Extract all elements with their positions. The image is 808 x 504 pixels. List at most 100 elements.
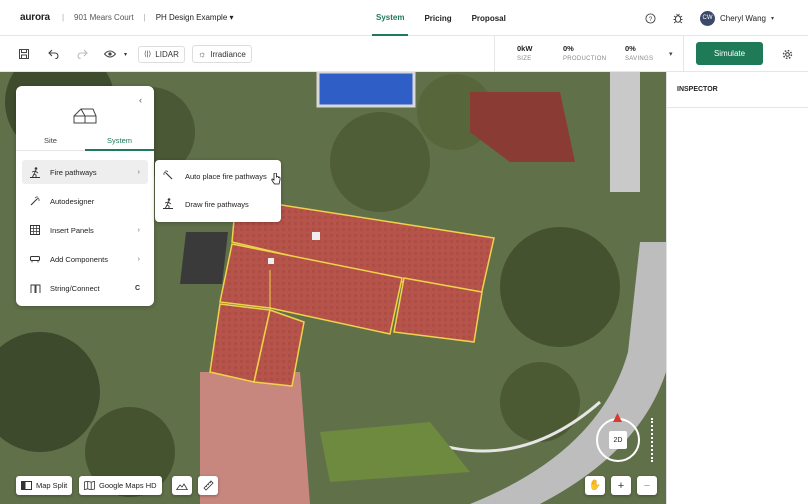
menu-item-add-components[interactable]: Add Components › <box>22 247 148 271</box>
house-icon <box>73 108 97 124</box>
undo-icon <box>48 49 59 59</box>
map-split-label: Map Split <box>36 481 68 490</box>
inspector-panel: INSPECTOR <box>666 72 808 504</box>
submenu-item-label: Auto place fire pathways <box>185 171 267 181</box>
string-icon <box>28 284 42 293</box>
zoom-out-button[interactable]: − <box>637 476 657 495</box>
lidar-button[interactable]: ⟨|⟩ LIDAR <box>138 36 185 72</box>
system-metrics: 0kW SIZE 0% PRODUCTION 0% SAVINGS ▾ <box>494 36 684 72</box>
metric-savings: 0% SAVINGS <box>625 44 653 62</box>
menu-item-label: Insert Panels <box>50 225 94 235</box>
avatar: CW <box>700 10 716 26</box>
minus-icon: − <box>643 479 651 492</box>
top-right-actions: ? CW Cheryl Wang ▾ <box>645 0 774 36</box>
menu-item-fire-pathways[interactable]: Fire pathways › <box>22 160 148 184</box>
nav-tabs: System Pricing Proposal <box>372 0 510 36</box>
metric-value: 0% <box>625 44 636 53</box>
sun-icon: ☼ <box>198 49 207 59</box>
map-source-button[interactable]: Google Maps HD <box>79 476 162 495</box>
design-tools-panel: ‹ Site System Fire pathways › Autodesign… <box>16 86 154 306</box>
split-icon <box>21 481 32 490</box>
save-button[interactable] <box>19 36 29 72</box>
component-icon <box>28 255 42 263</box>
irradiance-label: Irradiance <box>210 49 246 59</box>
simulate-button[interactable]: Simulate <box>696 42 763 65</box>
tab-system[interactable]: System <box>85 131 154 151</box>
panel-tabs: Site System <box>16 131 154 151</box>
breadcrumb-design[interactable]: PH Design Example ▾ <box>156 13 234 22</box>
help-icon[interactable]: ? <box>645 12 656 24</box>
user-name: Cheryl Wang <box>720 13 766 23</box>
hand-icon: ✋ <box>588 480 602 491</box>
pan-button[interactable]: ✋ <box>585 476 605 495</box>
inspector-title: INSPECTOR <box>667 72 808 108</box>
tab-proposal[interactable]: Proposal <box>468 0 510 36</box>
chevron-down-icon[interactable]: ▾ <box>669 50 673 58</box>
fire-pathways-submenu: Auto place fire pathways Draw fire pathw… <box>155 160 281 222</box>
wand-icon <box>28 196 42 206</box>
tilt-slider[interactable] <box>651 418 653 462</box>
breadcrumb-separator: | <box>61 13 65 22</box>
save-icon <box>19 49 29 59</box>
zoom-in-button[interactable]: + <box>611 476 631 495</box>
eye-icon <box>104 50 116 58</box>
chevron-right-icon: › <box>137 255 140 263</box>
breadcrumb: | 901 Mears Court | PH Design Example ▾ <box>62 13 234 22</box>
breadcrumb-separator: | <box>143 13 146 22</box>
chevron-right-icon: › <box>137 226 140 234</box>
ruler-icon <box>202 480 214 491</box>
person-walk-icon <box>163 197 177 211</box>
plus-icon: + <box>617 479 625 492</box>
menu-item-label: Autodesigner <box>50 196 95 206</box>
view-compass[interactable]: 2D <box>596 418 640 462</box>
terrain-button[interactable] <box>172 476 192 495</box>
person-walk-icon <box>28 166 42 178</box>
tab-system[interactable]: System <box>372 0 409 36</box>
redo-icon <box>77 49 88 59</box>
view-mode-button[interactable]: 2D <box>609 431 627 449</box>
menu-item-label: Add Components <box>50 254 108 264</box>
lidar-pill: ⟨|⟩ LIDAR <box>138 45 185 63</box>
shortcut-key: C <box>134 284 140 292</box>
hand-cursor-icon <box>271 173 281 185</box>
menu-item-label: Fire pathways <box>50 167 97 177</box>
aurora-logo[interactable]: aurora <box>20 12 50 23</box>
svg-text:?: ? <box>649 15 653 22</box>
bug-icon[interactable] <box>672 12 684 24</box>
metric-size: 0kW SIZE <box>517 44 532 62</box>
metric-label: SAVINGS <box>625 56 654 62</box>
submenu-item-draw[interactable]: Draw fire pathways <box>155 190 281 218</box>
irradiance-pill: ☼ Irradiance <box>192 45 252 63</box>
user-menu[interactable]: CW Cheryl Wang ▾ <box>700 10 774 26</box>
menu-item-insert-panels[interactable]: Insert Panels › <box>22 218 148 242</box>
undo-button[interactable] <box>48 36 59 72</box>
wand-icon <box>163 170 177 182</box>
collapse-chevron-icon[interactable]: ‹ <box>139 95 142 105</box>
tab-pricing[interactable]: Pricing <box>420 0 455 36</box>
grid-icon <box>28 225 42 235</box>
measure-button[interactable] <box>198 476 218 495</box>
redo-button[interactable] <box>77 36 88 72</box>
tab-site[interactable]: Site <box>16 131 85 151</box>
lidar-label: LIDAR <box>155 49 179 59</box>
submenu-item-label: Draw fire pathways <box>185 199 249 209</box>
breadcrumb-project[interactable]: 901 Mears Court <box>74 13 134 22</box>
chevron-down-icon: ▾ <box>770 15 774 22</box>
metric-label: SIZE <box>517 56 532 62</box>
terrain-icon <box>176 482 188 490</box>
map-split-button[interactable]: Map Split <box>16 476 73 495</box>
chevron-down-icon: ▾ <box>124 51 128 58</box>
metric-production: 0% PRODUCTION <box>563 44 606 62</box>
menu-item-label: String/Connect <box>50 283 100 293</box>
irradiance-button[interactable]: ☼ Irradiance <box>192 36 252 72</box>
menu-item-string-connect[interactable]: String/Connect C <box>22 276 148 300</box>
chevron-right-icon: › <box>137 168 140 176</box>
north-indicator-icon <box>613 413 622 422</box>
visibility-dropdown[interactable]: ▾ <box>104 36 127 72</box>
map-source-label: Google Maps HD <box>99 481 157 490</box>
toolbar: ▾ ⟨|⟩ LIDAR ☼ Irradiance <box>0 36 808 72</box>
menu-item-autodesigner[interactable]: Autodesigner <box>22 189 148 213</box>
map-icon <box>84 481 95 490</box>
gear-icon[interactable] <box>782 49 793 60</box>
submenu-item-auto-place[interactable]: Auto place fire pathways <box>155 162 281 190</box>
